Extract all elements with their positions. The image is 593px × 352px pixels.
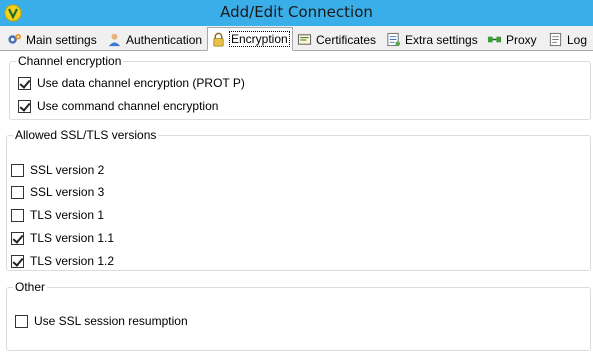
group-title: Channel encryption bbox=[16, 54, 124, 68]
tab-label: Main settings bbox=[26, 32, 97, 47]
tls-version-1-2-checkbox[interactable]: TLS version 1.2 bbox=[11, 253, 114, 269]
tab-label: Certificates bbox=[316, 32, 377, 47]
title-bar: Add/Edit Connection bbox=[0, 0, 593, 26]
tab-certificates[interactable]: Certificates bbox=[294, 29, 379, 50]
tab-encryption[interactable]: Encryption bbox=[207, 27, 293, 51]
tab-log[interactable]: Log bbox=[545, 29, 590, 50]
checkbox-label: TLS version 1 bbox=[30, 208, 105, 222]
checkbox-label: TLS version 1.2 bbox=[30, 254, 115, 268]
tls-version-1-checkbox[interactable]: TLS version 1 bbox=[11, 207, 104, 223]
ssl-tls-versions-group: Allowed SSL/TLS versions SSL version 2 S… bbox=[6, 128, 591, 271]
checkbox-label: TLS version 1.1 bbox=[30, 231, 115, 245]
user-icon bbox=[108, 33, 121, 47]
checkbox-label: SSL version 2 bbox=[30, 163, 105, 177]
tab-label: Proxy bbox=[506, 32, 537, 47]
tab-extra-settings[interactable]: Extra settings bbox=[383, 29, 481, 50]
tls-version-1-1-checkbox[interactable]: TLS version 1.1 bbox=[11, 230, 114, 246]
tab-proxy[interactable]: Proxy bbox=[484, 29, 540, 50]
lock-icon bbox=[213, 32, 224, 46]
settings-list-icon bbox=[387, 32, 401, 47]
command-channel-encryption-checkbox[interactable]: Use command channel encryption bbox=[18, 98, 218, 114]
other-group: Other Use SSL session resumption bbox=[6, 280, 591, 351]
tab-authentication[interactable]: Authentication bbox=[104, 29, 205, 50]
tab-label: Authentication bbox=[126, 32, 203, 47]
proxy-icon bbox=[487, 36, 502, 43]
checkbox[interactable] bbox=[18, 99, 31, 113]
gear-icon bbox=[8, 33, 22, 44]
checkbox-label: Use data channel encryption (PROT P) bbox=[37, 76, 245, 90]
tab-label: Extra settings bbox=[405, 32, 478, 47]
log-icon bbox=[549, 32, 562, 47]
ssl-version-2-checkbox[interactable]: SSL version 2 bbox=[11, 162, 104, 178]
tab-label: Log bbox=[567, 32, 588, 47]
channel-encryption-group: Channel encryption Use data channel encr… bbox=[9, 54, 591, 120]
checkbox[interactable] bbox=[11, 185, 24, 199]
checkbox[interactable] bbox=[11, 254, 24, 268]
ssl-version-3-checkbox[interactable]: SSL version 3 bbox=[11, 184, 104, 200]
checkbox-label: SSL version 3 bbox=[30, 185, 105, 199]
checkbox-label: Use command channel encryption bbox=[37, 99, 219, 113]
checkbox[interactable] bbox=[11, 231, 24, 245]
checkbox[interactable] bbox=[15, 314, 28, 328]
window-title: Add/Edit Connection bbox=[220, 3, 373, 21]
checkbox[interactable] bbox=[11, 163, 24, 177]
group-title: Other bbox=[13, 280, 48, 294]
checkbox[interactable] bbox=[11, 208, 24, 222]
tab-strip: Main settings Authentication Encryption … bbox=[0, 26, 593, 51]
checkbox-label: Use SSL session resumption bbox=[34, 314, 188, 328]
checkbox[interactable] bbox=[18, 76, 31, 90]
ssl-session-resumption-checkbox[interactable]: Use SSL session resumption bbox=[15, 313, 188, 329]
tab-main-settings[interactable]: Main settings bbox=[4, 29, 100, 50]
tab-label: Encryption bbox=[229, 31, 290, 47]
certificate-icon bbox=[297, 34, 312, 45]
encryption-panel: Channel encryption Use data channel encr… bbox=[0, 51, 593, 352]
group-title: Allowed SSL/TLS versions bbox=[13, 128, 159, 142]
data-channel-encryption-checkbox[interactable]: Use data channel encryption (PROT P) bbox=[18, 75, 245, 91]
